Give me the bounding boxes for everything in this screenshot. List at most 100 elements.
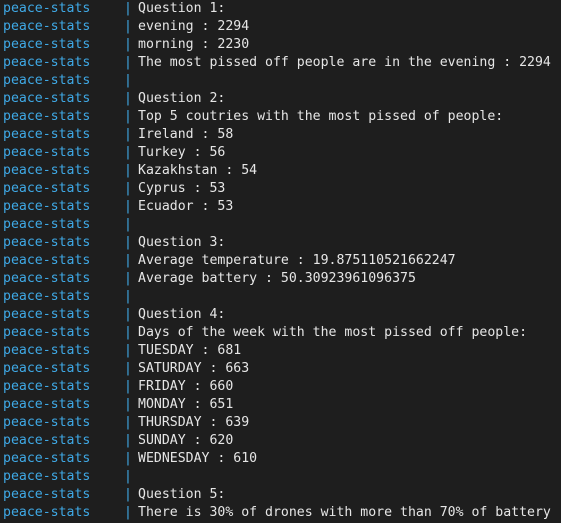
log-line: peace-stats | Average temperature : 19.875… xyxy=(0,252,561,270)
log-message: WEDNESDAY : 610 xyxy=(138,451,258,466)
log-message: There is 30% of drones with more than 70… xyxy=(138,505,551,520)
service-prefix: peace-stats xyxy=(3,361,91,376)
service-prefix: peace-stats xyxy=(3,181,91,196)
service-prefix: peace-stats xyxy=(3,127,91,142)
separator-bar: | xyxy=(124,253,132,268)
log-line: peace-stats | Ecuador : 53 xyxy=(0,198,561,216)
log-line: peace-stats | Question 4: xyxy=(0,306,561,324)
terminal-output: peace-stats | Question 1: peace-stats | eveni… xyxy=(0,0,561,523)
separator-bar: | xyxy=(124,397,132,412)
log-message: Ireland : 58 xyxy=(138,127,234,142)
log-message: SATURDAY : 663 xyxy=(138,361,250,376)
service-prefix: peace-stats xyxy=(3,307,91,322)
log-line: peace-stats | Ireland : 58 xyxy=(0,126,561,144)
separator-bar: | xyxy=(124,55,132,70)
separator-bar: | xyxy=(124,163,132,178)
log-message: Average battery : 50.30923961096375 xyxy=(138,271,416,286)
service-prefix: peace-stats xyxy=(3,289,91,304)
log-line: peace-stats | Average battery : 50.3092396… xyxy=(0,270,561,288)
service-prefix: peace-stats xyxy=(3,37,91,52)
log-line: peace-stats | Days of the week with the mo… xyxy=(0,324,561,342)
separator-bar: | xyxy=(124,235,132,250)
log-message: The most pissed off people are in the ev… xyxy=(138,55,551,70)
log-lines: peace-stats | Question 1: peace-stats | eveni… xyxy=(0,0,561,522)
log-message: THURSDAY : 639 xyxy=(138,415,250,430)
separator-bar: | xyxy=(124,379,132,394)
log-message: FRIDAY : 660 xyxy=(138,379,234,394)
service-prefix: peace-stats xyxy=(3,379,91,394)
separator-bar: | xyxy=(124,415,132,430)
service-prefix: peace-stats xyxy=(3,163,91,178)
log-message: SUNDAY : 620 xyxy=(138,433,234,448)
separator-bar: | xyxy=(124,217,132,232)
service-prefix: peace-stats xyxy=(3,91,91,106)
log-line: peace-stats | TUESDAY : 681 xyxy=(0,342,561,360)
separator-bar: | xyxy=(124,469,132,484)
service-prefix: peace-stats xyxy=(3,397,91,412)
log-message: Days of the week with the most pissed of… xyxy=(138,325,528,340)
log-line: peace-stats | SATURDAY : 663 xyxy=(0,360,561,378)
log-message xyxy=(138,288,561,306)
log-message: Question 2: xyxy=(138,91,226,106)
service-prefix: peace-stats xyxy=(3,253,91,268)
service-prefix: peace-stats xyxy=(3,487,91,502)
service-prefix: peace-stats xyxy=(3,469,91,484)
log-message: Average temperature : 19.875110521662247 xyxy=(138,253,456,268)
log-line: peace-stats | xyxy=(0,288,561,306)
log-line: peace-stats | There is 30% of drones with … xyxy=(0,504,561,522)
service-prefix: peace-stats xyxy=(3,145,91,160)
log-line: peace-stats | xyxy=(0,72,561,90)
separator-bar: | xyxy=(124,505,132,520)
log-line: peace-stats | Question 2: xyxy=(0,90,561,108)
separator-bar: | xyxy=(124,73,132,88)
separator-bar: | xyxy=(124,109,132,124)
service-prefix: peace-stats xyxy=(3,19,91,34)
service-prefix: peace-stats xyxy=(3,433,91,448)
service-prefix: peace-stats xyxy=(3,55,91,70)
log-line: peace-stats | SUNDAY : 620 xyxy=(0,432,561,450)
log-line: peace-stats | WEDNESDAY : 610 xyxy=(0,450,561,468)
separator-bar: | xyxy=(124,289,132,304)
log-message: Turkey : 56 xyxy=(138,145,226,160)
separator-bar: | xyxy=(124,1,132,16)
log-message: Cyprus : 53 xyxy=(138,181,226,196)
log-message: TUESDAY : 681 xyxy=(138,343,242,358)
separator-bar: | xyxy=(124,307,132,322)
log-message xyxy=(138,216,561,234)
separator-bar: | xyxy=(124,181,132,196)
log-message: evening : 2294 xyxy=(138,19,250,34)
log-message: Kazakhstan : 54 xyxy=(138,163,258,178)
log-message: Question 1: xyxy=(138,1,226,16)
service-prefix: peace-stats xyxy=(3,73,91,88)
log-line: peace-stats | Turkey : 56 xyxy=(0,144,561,162)
log-message: Question 5: xyxy=(138,487,226,502)
log-message: morning : 2230 xyxy=(138,37,250,52)
log-line: peace-stats | The most pissed off people a… xyxy=(0,54,561,72)
service-prefix: peace-stats xyxy=(3,325,91,340)
service-prefix: peace-stats xyxy=(3,415,91,430)
separator-bar: | xyxy=(124,199,132,214)
service-prefix: peace-stats xyxy=(3,109,91,124)
service-prefix: peace-stats xyxy=(3,343,91,358)
service-prefix: peace-stats xyxy=(3,199,91,214)
log-message: Question 3: xyxy=(138,235,226,250)
log-line: peace-stats | Question 5: xyxy=(0,486,561,504)
log-line: peace-stats | MONDAY : 651 xyxy=(0,396,561,414)
separator-bar: | xyxy=(124,145,132,160)
log-line: peace-stats | Question 3: xyxy=(0,234,561,252)
log-line: peace-stats | THURSDAY : 639 xyxy=(0,414,561,432)
log-line: peace-stats | FRIDAY : 660 xyxy=(0,378,561,396)
log-message: Top 5 coutries with the most pissed of p… xyxy=(138,109,504,124)
separator-bar: | xyxy=(124,343,132,358)
separator-bar: | xyxy=(124,37,132,52)
separator-bar: | xyxy=(124,451,132,466)
separator-bar: | xyxy=(124,91,132,106)
log-line: peace-stats | Cyprus : 53 xyxy=(0,180,561,198)
service-prefix: peace-stats xyxy=(3,271,91,286)
service-prefix: peace-stats xyxy=(3,1,91,16)
log-message xyxy=(138,72,561,90)
service-prefix: peace-stats xyxy=(3,505,91,520)
log-line: peace-stats | morning : 2230 xyxy=(0,36,561,54)
log-line: peace-stats | Kazakhstan : 54 xyxy=(0,162,561,180)
log-line: peace-stats | Question 1: xyxy=(0,0,561,18)
